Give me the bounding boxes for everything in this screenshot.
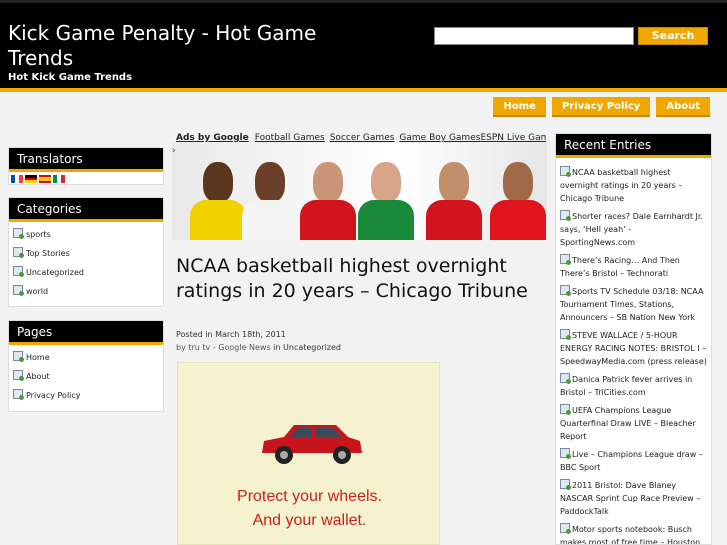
ad-link[interactable]: Football Games [255, 133, 325, 143]
page-item[interactable]: Home [13, 351, 159, 370]
car-insurance-ad-image[interactable]: Protect your wheels. And your wallet. [177, 362, 440, 545]
header-divider [0, 88, 727, 92]
recent-entry[interactable]: Motor sports notebook: Busch makes most … [560, 523, 707, 544]
page-icon [560, 479, 571, 490]
page-icon [560, 448, 571, 459]
page-label[interactable]: Home [26, 351, 50, 365]
page-icon [560, 329, 571, 340]
recent-entry[interactable]: NCAA basketball highest overnight rating… [560, 166, 707, 205]
search-button[interactable]: Search [638, 27, 708, 45]
post-author[interactable]: tru tv - Google News [188, 343, 270, 352]
post-title[interactable]: NCAA basketball highest overnight rating… [176, 254, 538, 304]
pages-widget: Pages Home About Privacy Policy [8, 320, 164, 412]
spanish-flag-icon[interactable] [39, 175, 51, 183]
nav-home[interactable]: Home [493, 97, 546, 117]
recent-entry[interactable]: UEFA Champions League Quarterfinal Draw … [560, 404, 707, 443]
page-icon [13, 228, 24, 239]
chevron-right-icon: › [172, 146, 176, 156]
search-input[interactable] [434, 27, 634, 45]
car-icon [262, 425, 362, 464]
recent-entry[interactable]: STEVE WALLACE / 5-HOUR ENERGY RACING NOT… [560, 329, 707, 368]
nav-about[interactable]: About [656, 97, 710, 117]
player-figure [426, 162, 482, 240]
post-category[interactable]: Uncategorized [283, 343, 341, 352]
recent-entry-label[interactable]: NCAA basketball highest overnight rating… [560, 168, 682, 203]
main-nav: Home Privacy Policy About [493, 97, 710, 117]
recent-entries-widget: Recent Entries NCAA basketball highest o… [555, 133, 712, 545]
nav-privacy-policy[interactable]: Privacy Policy [551, 97, 651, 117]
category-item[interactable]: sports [13, 228, 159, 247]
page-item[interactable]: Privacy Policy [13, 389, 159, 408]
page-icon [560, 210, 571, 221]
player-figure [242, 162, 298, 240]
post-date: Posted in March 18th, 2011 [176, 330, 286, 339]
page-icon [560, 285, 571, 296]
page-item[interactable]: About [13, 370, 159, 389]
page-icon [560, 373, 571, 384]
byline-by: by [176, 343, 186, 352]
ads-by-google-label[interactable]: Ads by Google [176, 133, 249, 143]
category-label[interactable]: world [26, 285, 48, 299]
site-title[interactable]: Kick Game Penalty - Hot Game Trends [8, 21, 368, 71]
page-icon [13, 247, 24, 258]
recent-entry-label[interactable]: UEFA Champions League Quarterfinal Draw … [560, 406, 696, 441]
ad-headline-2: And your wallet. [252, 512, 367, 529]
category-label[interactable]: Uncategorized [26, 266, 84, 280]
ad-link[interactable]: Game Boy Games [399, 133, 480, 143]
recent-entry-label[interactable]: Sports TV Schedule 03/18: NCAA Tournamen… [560, 287, 703, 322]
category-label[interactable]: Top Stories [26, 247, 70, 261]
categories-widget: Categories sports Top Stories Uncategori… [8, 197, 164, 307]
player-figure [490, 162, 546, 240]
page-icon [13, 351, 24, 362]
recent-entry[interactable]: There’s Racing… And Then There’s Bristol… [560, 254, 707, 280]
page-icon [13, 370, 24, 381]
french-flag-icon[interactable] [11, 175, 23, 183]
italian-flag-icon[interactable] [53, 175, 65, 183]
post-byline: by tru tv - Google News in Uncategorized [176, 343, 341, 352]
recent-entry-label[interactable]: Live – Champions League draw – BBC Sport [560, 450, 703, 472]
recent-entry-label[interactable]: Motor sports notebook: Busch makes most … [560, 525, 700, 544]
ad-headline-1: Protect your wheels. [237, 488, 382, 505]
player-figure [300, 162, 356, 240]
page-label[interactable]: Privacy Policy [26, 389, 81, 403]
page-icon [560, 166, 571, 177]
recent-entry-label[interactable]: Shorter races? Dale Earnhardt Jr. says, … [560, 212, 703, 247]
pages-title: Pages [9, 321, 163, 345]
recent-entries-title: Recent Entries [556, 134, 711, 158]
recent-entry[interactable]: 2011 Bristol: Dave Blaney NASCAR Sprint … [560, 479, 707, 518]
page-icon [13, 266, 24, 277]
categories-title: Categories [9, 198, 163, 222]
page-label[interactable]: About [26, 370, 50, 384]
translators-widget: Translators [8, 147, 164, 185]
category-label[interactable]: sports [26, 228, 51, 242]
recent-entry-label[interactable]: Danica Patrick fever arrives in Bristol … [560, 375, 692, 397]
page-icon [13, 285, 24, 296]
player-figure [358, 162, 414, 240]
ad-link[interactable]: Soccer Games [330, 133, 395, 143]
recent-entry-label[interactable]: There’s Racing… And Then There’s Bristol… [560, 256, 680, 278]
ad-link[interactable]: ESPN Live Game [480, 133, 546, 143]
recent-entry[interactable]: Shorter races? Dale Earnhardt Jr. says, … [560, 210, 707, 249]
byline-in: in [273, 343, 281, 352]
page-icon [560, 523, 571, 534]
soccer-players-banner [172, 143, 547, 240]
recent-entry[interactable]: Sports TV Schedule 03/18: NCAA Tournamen… [560, 285, 707, 324]
ad-links-bar: Ads by Google Football Games Soccer Games G… [176, 133, 546, 143]
page-icon [13, 389, 24, 400]
flag-list [9, 172, 163, 186]
category-item[interactable]: Uncategorized [13, 266, 159, 285]
translators-title: Translators [9, 148, 163, 172]
site-header: Kick Game Penalty - Hot Game Trends Hot … [0, 0, 727, 88]
german-flag-icon[interactable] [25, 175, 37, 184]
page-icon [560, 404, 571, 415]
site-tagline: Hot Kick Game Trends [8, 72, 133, 83]
player-figure [190, 162, 246, 240]
recent-entry[interactable]: Live – Champions League draw – BBC Sport [560, 448, 707, 474]
category-item[interactable]: Top Stories [13, 247, 159, 266]
page-icon [560, 254, 571, 265]
category-item[interactable]: world [13, 285, 159, 304]
recent-entry[interactable]: Danica Patrick fever arrives in Bristol … [560, 373, 707, 399]
recent-entry-label[interactable]: STEVE WALLACE / 5-HOUR ENERGY RACING NOT… [560, 331, 707, 366]
recent-entry-label[interactable]: 2011 Bristol: Dave Blaney NASCAR Sprint … [560, 481, 700, 516]
